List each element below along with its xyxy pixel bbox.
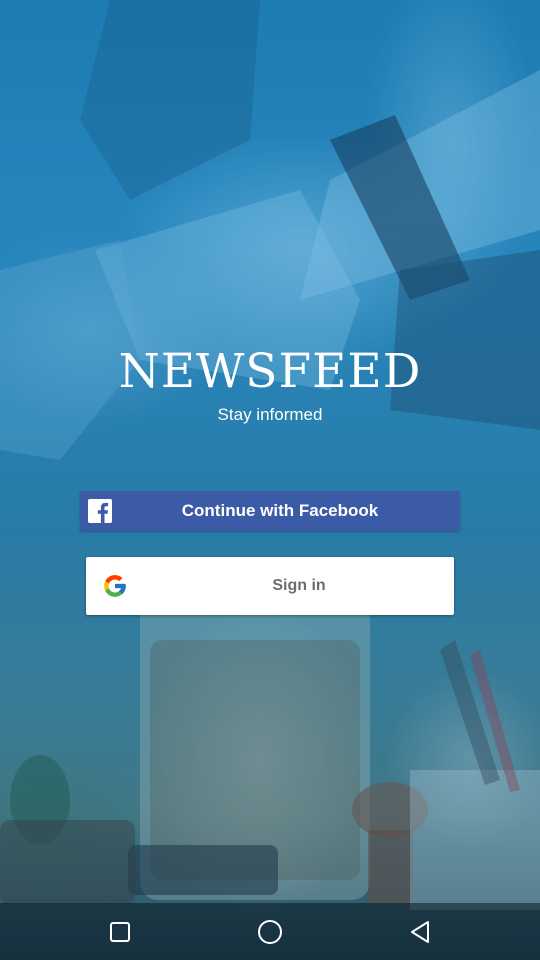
back-triangle-icon[interactable]	[405, 917, 435, 947]
recents-square-icon[interactable]	[105, 917, 135, 947]
android-nav-bar	[0, 903, 540, 960]
facebook-icon	[88, 499, 112, 523]
google-sign-in-button[interactable]: Sign in	[86, 557, 454, 615]
blue-tint-overlay	[0, 0, 540, 960]
facebook-button-label: Continue with Facebook	[181, 501, 379, 520]
continue-with-facebook-button[interactable]: Continue with Facebook	[80, 491, 460, 531]
home-circle-icon[interactable]	[255, 917, 285, 947]
google-icon	[102, 573, 128, 599]
app-tagline: Stay informed	[217, 405, 323, 424]
login-screen: NEWSFEED Stay informed Continue with Fac…	[0, 0, 540, 960]
brand-block: NEWSFEED Stay informed	[0, 343, 540, 426]
google-button-label: Sign in	[272, 577, 326, 594]
app-title: NEWSFEED	[118, 344, 422, 399]
